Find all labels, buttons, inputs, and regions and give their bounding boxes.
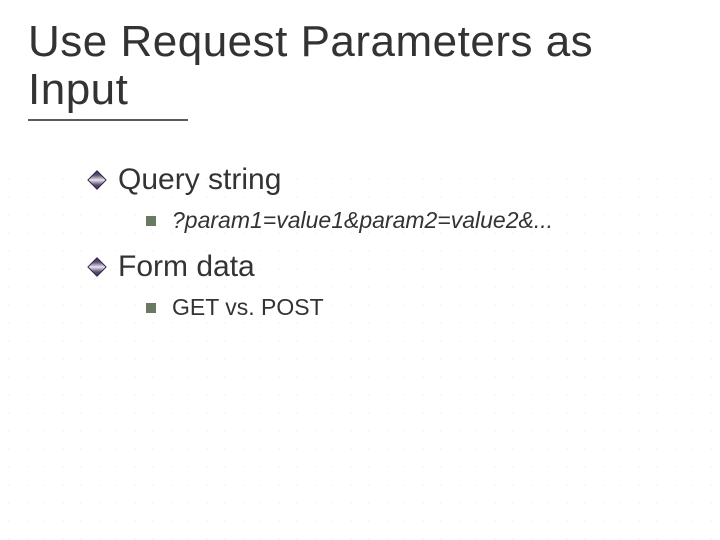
bullet-form-data: Form data <box>90 250 692 284</box>
slide-container: Use Request Parameters as Input Query st… <box>0 0 720 540</box>
diamond-bullet-icon <box>87 257 107 277</box>
slide-body: Query string ?param1=value1&param2=value… <box>28 163 692 321</box>
square-bullet-icon <box>146 303 156 313</box>
bullet-label: Form data <box>118 250 255 284</box>
subbullet-query-string-example: ?param1=value1&param2=value2&... <box>146 207 692 234</box>
title-underline <box>28 119 188 121</box>
subbullet-get-vs-post: GET vs. POST <box>146 294 692 321</box>
subbullet-label: ?param1=value1&param2=value2&... <box>172 207 553 234</box>
square-bullet-icon <box>146 216 156 226</box>
diamond-bullet-icon <box>87 170 107 190</box>
subbullet-label: GET vs. POST <box>172 294 324 321</box>
slide-title: Use Request Parameters as Input <box>28 18 692 113</box>
bullet-query-string: Query string <box>90 163 692 197</box>
bullet-label: Query string <box>118 163 281 197</box>
